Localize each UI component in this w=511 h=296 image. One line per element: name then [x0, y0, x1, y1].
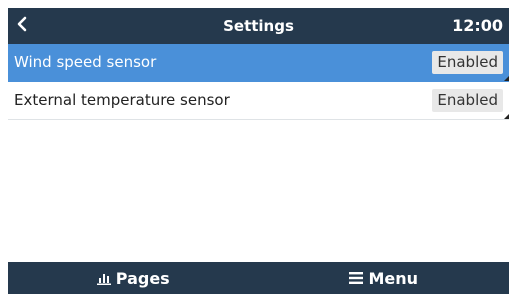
pages-button[interactable]: Pages — [8, 262, 259, 294]
value-badge: Enabled — [432, 89, 503, 112]
top-bar: Settings 12:00 — [8, 8, 509, 44]
page-title: Settings — [223, 17, 294, 35]
hamburger-menu-icon — [349, 272, 364, 284]
clock: 12:00 — [452, 16, 503, 35]
corner-indicator-icon — [504, 114, 509, 119]
settings-list: Wind speed sensor Enabled External tempe… — [8, 44, 509, 120]
list-item-wind-speed-sensor[interactable]: Wind speed sensor Enabled — [8, 44, 509, 82]
pages-label: Pages — [115, 268, 170, 288]
bar-chart-icon — [96, 272, 111, 285]
device-screen: Settings 12:00 Wind speed sensor Enabled… — [8, 8, 509, 294]
menu-button[interactable]: Menu — [259, 262, 510, 294]
bottom-bar: Pages Menu — [8, 262, 509, 294]
menu-label: Menu — [368, 268, 419, 288]
corner-indicator-icon — [504, 76, 509, 81]
value-badge: Enabled — [432, 51, 503, 74]
list-item-label: External temperature sensor — [14, 91, 230, 109]
list-item-label: Wind speed sensor — [14, 53, 157, 71]
list-item-external-temperature-sensor[interactable]: External temperature sensor Enabled — [8, 82, 509, 120]
